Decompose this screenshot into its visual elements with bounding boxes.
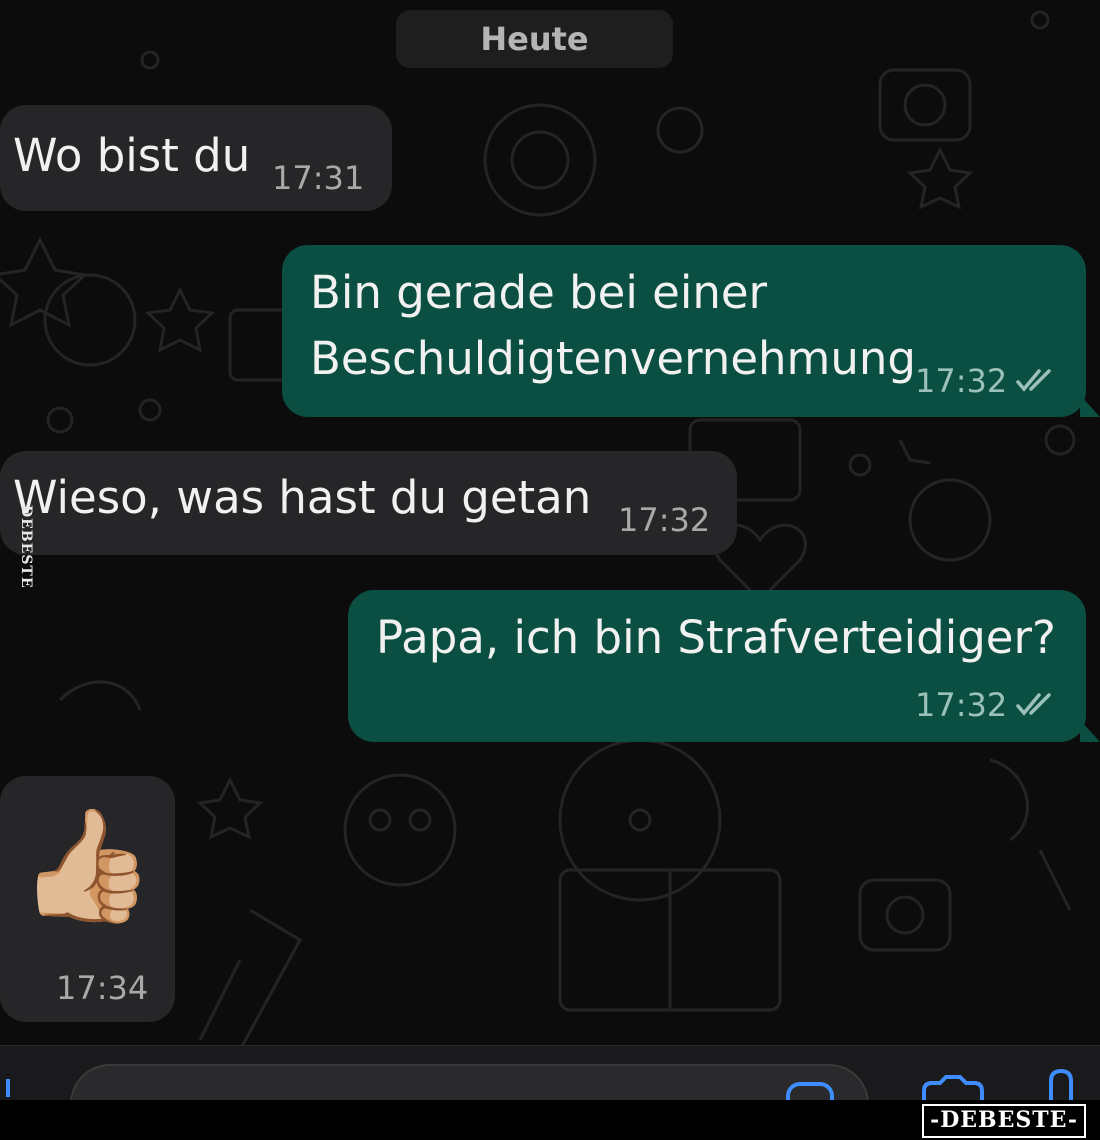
bubble-tail	[1080, 720, 1100, 742]
chat-area: Heute Wo bist du 17:31 Bin gerade bei ei…	[0, 0, 1100, 1045]
sticker-icon[interactable]	[780, 1046, 840, 1101]
message-text-line-1: Bin gerade bei einer	[310, 266, 768, 319]
date-separator: Heute	[396, 10, 673, 68]
message-input[interactable]	[70, 1064, 869, 1101]
message-time: 17:34	[56, 969, 149, 1007]
message-incoming[interactable]: Wieso, was hast du getan 17:32	[0, 451, 737, 555]
message-composer	[0, 1045, 1100, 1101]
message-outgoing[interactable]: Bin gerade bei einer Beschuldigtenverneh…	[282, 245, 1086, 417]
side-watermark: DEBESTE	[18, 505, 34, 589]
message-time: 17:32	[915, 686, 1008, 724]
thumbs-up-emoji: 👍🏼	[18, 801, 155, 929]
message-text: Wo bist du	[13, 129, 251, 182]
read-receipt-icon	[1016, 369, 1051, 392]
read-receipt-icon	[1016, 693, 1051, 716]
bottom-watermark-strip: -DEBESTE-	[0, 1100, 1100, 1140]
microphone-icon[interactable]	[1046, 1046, 1076, 1101]
message-time: 17:31	[272, 159, 365, 197]
message-time: 17:32	[915, 362, 1008, 400]
bubble-tail	[1080, 395, 1100, 417]
debeste-logo: -DEBESTE-	[922, 1104, 1086, 1138]
message-time: 17:32	[618, 501, 711, 539]
camera-icon[interactable]	[918, 1046, 988, 1101]
message-text: Papa, ich bin Strafverteidiger?	[376, 611, 1056, 664]
message-outgoing[interactable]: Papa, ich bin Strafverteidiger? 17:32	[348, 590, 1086, 742]
message-text-line-2: Beschuldigtenvernehmung	[310, 332, 916, 385]
message-incoming[interactable]: Wo bist du 17:31	[0, 105, 392, 211]
plus-icon[interactable]	[0, 1046, 20, 1101]
message-text: Wieso, was hast du getan	[13, 471, 592, 524]
message-incoming-emoji[interactable]: 👍🏼 17:34	[0, 776, 175, 1022]
